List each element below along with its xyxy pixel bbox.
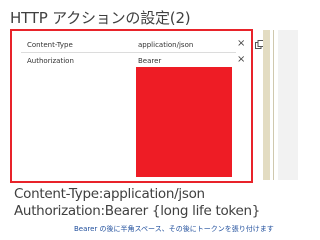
divider [273, 30, 274, 180]
slide-title: HTTP アクションの設定(2) [10, 9, 191, 27]
highlight-frame [10, 29, 253, 183]
callout-line-2: Authorization:Bearer {long life token} [14, 203, 261, 219]
side-panel [278, 30, 298, 180]
side-strip [263, 30, 270, 180]
callout-line-1: Content-Type:application/json [14, 186, 205, 202]
note-text: Bearer の後に半角スペース、その後にトークンを張り付けます [74, 225, 274, 233]
